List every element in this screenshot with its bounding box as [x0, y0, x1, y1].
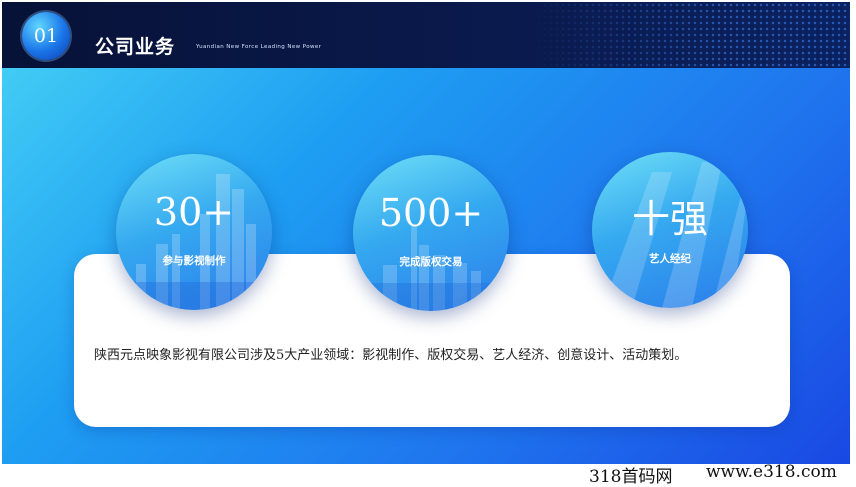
header-bar: 01 公司业务 Yuandian New Force Leading New P… — [2, 2, 850, 68]
section-number-badge: 01 — [22, 12, 70, 60]
stat-circle-artist: 十强 艺人经纪 — [592, 152, 748, 308]
stat-label: 艺人经纪 — [649, 253, 691, 265]
page-subtitle: Yuandian New Force Leading New Power — [196, 44, 322, 50]
slide: 01 公司业务 Yuandian New Force Leading New P… — [2, 2, 850, 464]
stat-value: 30+ — [153, 190, 235, 234]
dot-pattern — [530, 2, 850, 68]
watermark-url: www.e318.com — [706, 462, 837, 482]
company-description: 陕西元点映象影视有限公司涉及5大产业领域：影视制作、版权交易、艺人经济、创意设计… — [94, 348, 688, 363]
page-title: 公司业务 — [95, 36, 176, 58]
stat-label: 参与影视制作 — [162, 255, 226, 267]
stat-value: 十强 — [631, 197, 708, 241]
watermark-text: 318首码网 — [589, 467, 673, 487]
stat-circle-copyright: 500+ 完成版权交易 — [353, 155, 509, 311]
stat-circle-production: 30+ 参与影视制作 — [116, 154, 272, 310]
stat-label: 完成版权交易 — [399, 256, 463, 268]
stat-value: 500+ — [378, 191, 484, 235]
